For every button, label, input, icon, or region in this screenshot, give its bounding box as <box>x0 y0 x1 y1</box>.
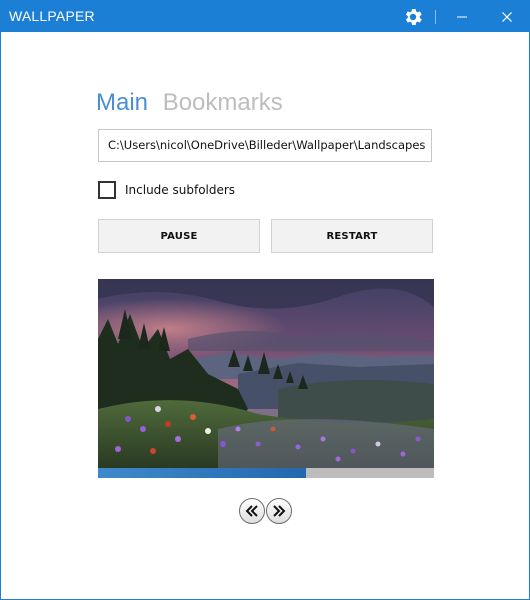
progress-fill <box>98 468 307 478</box>
folder-path-field[interactable]: C:\Users\nicol\OneDrive\Billeder\Wallpap… <box>98 129 432 162</box>
settings-button[interactable] <box>399 1 427 32</box>
gear-icon <box>405 8 422 25</box>
wallpaper-preview <box>98 279 434 468</box>
restart-button[interactable]: RESTART <box>271 219 433 253</box>
app-window: WALLPAPER Main Bookmarks C:\Users\nicol\… <box>0 0 530 600</box>
rewind-icon <box>245 505 258 517</box>
fast-forward-icon <box>273 505 286 517</box>
tab-main[interactable]: Main <box>96 89 148 117</box>
include-subfolders-label: Include subfolders <box>125 183 236 197</box>
minimize-icon <box>457 16 467 17</box>
include-subfolders-option[interactable]: Include subfolders <box>98 181 235 199</box>
pause-button[interactable]: PAUSE <box>98 219 260 253</box>
next-button[interactable] <box>266 498 292 524</box>
include-subfolders-checkbox[interactable] <box>98 181 116 199</box>
tab-bar: Main Bookmarks <box>96 89 291 117</box>
title-bar[interactable]: WALLPAPER <box>1 1 529 32</box>
landscape-image <box>98 279 434 468</box>
close-button[interactable] <box>491 1 523 32</box>
titlebar-divider <box>435 10 436 24</box>
minimize-button[interactable] <box>447 1 477 32</box>
close-icon <box>502 11 512 22</box>
tab-bookmarks[interactable]: Bookmarks <box>163 89 283 117</box>
slideshow-progress-bar <box>98 468 434 478</box>
slideshow-navigation <box>239 498 293 524</box>
window-title: WALLPAPER <box>9 8 95 24</box>
previous-button[interactable] <box>239 498 265 524</box>
